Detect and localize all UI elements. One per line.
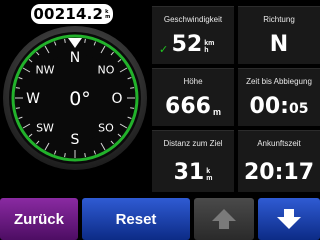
field-distance-value: 31 — [173, 160, 205, 185]
field-arrival-time[interactable]: Ankunftszeit 20:17 — [238, 130, 320, 192]
compass-tick — [64, 153, 66, 158]
field-arrival-value: 20:17 — [243, 160, 315, 185]
field-altitude-label: Höhe — [183, 77, 203, 86]
compass-s-label: S — [70, 132, 80, 148]
scroll-up-button[interactable] — [194, 198, 254, 240]
field-altitude-unit: m — [212, 107, 221, 117]
arrow-up-icon — [212, 209, 236, 229]
trip-data-grid: Geschwindigkeit ✓ 52 km h Richtung N Höh… — [150, 0, 320, 194]
compass-no-label: NO — [97, 63, 115, 77]
field-speed[interactable]: Geschwindigkeit ✓ 52 km h — [152, 6, 234, 64]
compass-nw-label: NW — [35, 63, 55, 77]
arrow-down-icon — [277, 209, 301, 229]
compass-heading-value: 0° — [69, 88, 91, 110]
field-distance-unit: k m — [206, 168, 213, 182]
field-speed-unit: km h — [204, 40, 215, 54]
field-speed-value: 52 — [171, 32, 203, 57]
compass-sw-label: SW — [36, 121, 54, 135]
compass-tick — [64, 38, 66, 43]
reset-button[interactable]: Reset — [82, 198, 190, 240]
field-time-to-turn-value: 00: — [249, 94, 289, 119]
compass-tick — [130, 107, 135, 109]
back-button-label: Zurück — [13, 210, 64, 228]
reset-button-label: Reset — [115, 210, 157, 228]
compass-tick — [84, 38, 86, 43]
compass-tick — [130, 87, 135, 89]
compass: N S W O NW NO SW SO 0° — [0, 22, 150, 194]
odometer-unit: k m — [105, 9, 111, 20]
compass-so-label: SO — [98, 121, 114, 135]
field-altitude[interactable]: Höhe 666 m — [152, 68, 234, 126]
field-distance-to-destination[interactable]: Distanz zum Ziel 31 k m — [152, 130, 234, 192]
field-speed-label: Geschwindigkeit — [163, 15, 223, 24]
compass-tick — [15, 87, 20, 89]
back-button[interactable]: Zurück — [0, 198, 78, 240]
scroll-down-button[interactable] — [258, 198, 320, 240]
compass-tick — [84, 153, 86, 158]
field-distance-label: Distanz zum Ziel — [163, 139, 223, 148]
field-time-to-turn-seconds: 05 — [288, 101, 309, 117]
compass-n-label: N — [69, 50, 81, 66]
field-time-to-turn-label: Zeit bis Abbiegung — [246, 77, 312, 86]
odometer: 00214.2 k m — [31, 4, 113, 24]
compass-w-label: W — [26, 91, 40, 107]
field-direction-label: Richtung — [263, 15, 295, 24]
field-direction-value: N — [269, 32, 289, 57]
compass-e-label: O — [111, 91, 123, 107]
compass-tick — [15, 107, 20, 109]
field-direction[interactable]: Richtung N — [238, 6, 320, 64]
odometer-value: 00214.2 — [33, 5, 104, 23]
field-arrival-label: Ankunftszeit — [257, 139, 301, 148]
field-time-to-turn[interactable]: Zeit bis Abbiegung 00: 05 — [238, 68, 320, 126]
field-altitude-value: 666 — [165, 94, 211, 119]
